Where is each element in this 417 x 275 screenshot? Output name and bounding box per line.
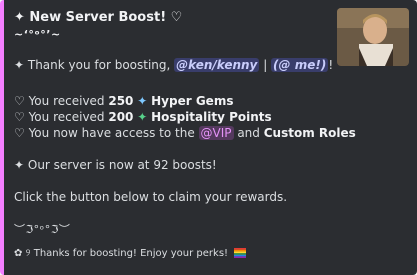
thanks-suffix: ! xyxy=(328,58,334,72)
footer-text: ✿ ୨ Thanks for boosting! Enjoy your perk… xyxy=(14,248,229,259)
reward-points-label: Hospitality Points xyxy=(151,110,272,124)
reward-gems-label: Hyper Gems xyxy=(151,94,234,108)
access-line: ♡ You now have access to the @VIP and Cu… xyxy=(14,125,356,141)
sparkle-icon: ✦ xyxy=(137,94,148,108)
embed-kaomoji: ~‘°ᵒ°’~ xyxy=(14,28,61,41)
reward-gems-prefix: ♡ You received xyxy=(14,94,109,108)
reward-gems-line: ♡ You received 250 ✦ Hyper Gems xyxy=(14,93,233,109)
custom-roles-label: Custom Roles xyxy=(263,126,356,140)
embed-title: ✦ New Server Boost! ♡ xyxy=(14,10,183,25)
access-middle: and xyxy=(233,126,264,140)
thanks-prefix: ✦ Thank you for boosting, xyxy=(14,58,175,72)
claim-instructions: Click the button below to claim your rew… xyxy=(14,190,288,204)
user-mention[interactable]: @ken/kenny xyxy=(174,58,260,72)
embed-footer: ✿ ୨ Thanks for boosting! Enjoy your perk… xyxy=(14,246,247,262)
mention-separator: | xyxy=(259,58,272,72)
thanks-line: ✦ Thank you for boosting, @ken/kenny | (… xyxy=(14,57,333,73)
server-boost-embed: ✦ New Server Boost! ♡ ~‘°ᵒ°’~ ✦ Thank yo… xyxy=(0,0,417,275)
rainbow-flag-icon xyxy=(234,248,247,258)
me-mention[interactable]: (@ me!) xyxy=(271,58,329,72)
vip-role-mention[interactable]: @VIP xyxy=(198,126,234,140)
boost-count-line: ✦ Our server is now at 92 boosts! xyxy=(14,158,217,172)
reward-gems-amount: 250 xyxy=(108,94,134,108)
embed-thumbnail[interactable] xyxy=(337,8,409,66)
reward-points-prefix: ♡ You received xyxy=(14,110,109,124)
reward-points-amount: 200 xyxy=(108,110,134,124)
access-prefix: ♡ You now have access to the xyxy=(14,126,199,140)
sparkle-icon: ✦ xyxy=(137,110,148,124)
reward-points-line: ♡ You received 200 ✦ Hospitality Points xyxy=(14,109,272,125)
thumbnail-photo xyxy=(337,8,409,66)
decorative-divider: ︶ℑ°ᵒ°ℑ︶ xyxy=(14,223,71,236)
